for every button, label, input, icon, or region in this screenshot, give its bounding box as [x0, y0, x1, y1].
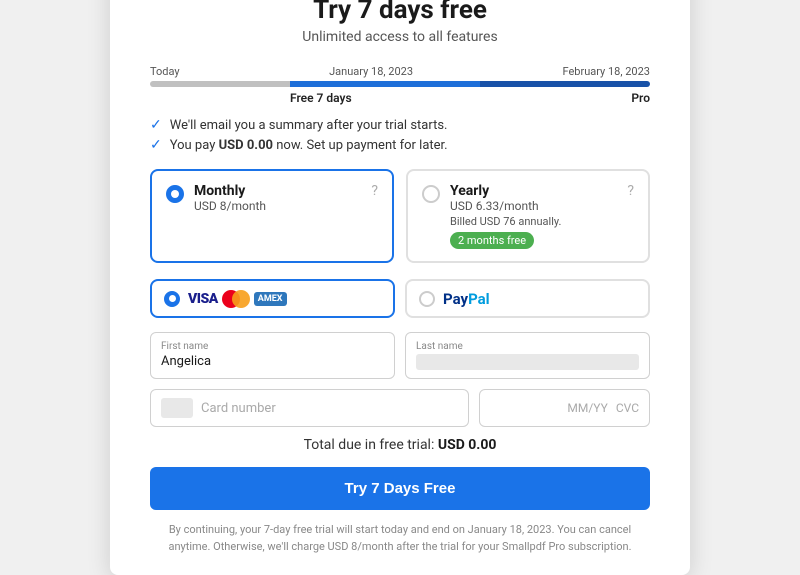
payment-radio-inner-card: [169, 295, 176, 302]
plan-price-monthly: USD 8/month: [194, 199, 361, 213]
plan-info-monthly: Monthly USD 8/month: [194, 183, 361, 213]
payment-method-paypal[interactable]: PayPal: [405, 279, 650, 318]
modal-subtitle: Unlimited access to all features: [150, 29, 650, 45]
timeline-label-jan: January 18, 2023: [329, 65, 413, 78]
plan-card-yearly[interactable]: Yearly USD 6.33/month Billed USD 76 annu…: [406, 169, 650, 263]
last-name-field[interactable]: Last name: [405, 332, 650, 379]
first-name-field[interactable]: First name Angelica: [150, 332, 395, 379]
benefit-text-2: You pay USD 0.00 now. Set up payment for…: [170, 138, 448, 153]
timeline-seg-darkblue: [480, 81, 650, 87]
plan-selection: Monthly USD 8/month ? Yearly USD 6.33/mo…: [150, 169, 650, 263]
last-name-value: [416, 354, 639, 370]
payment-method-card[interactable]: VISA AMEX: [150, 279, 395, 318]
timeline-seg-gray: [150, 81, 290, 87]
expiry-cvc-field[interactable]: MM/YY CVC: [479, 389, 650, 427]
timeline-segment-labels: Free 7 days Pro: [150, 91, 650, 105]
paypal-icon: PayPal: [443, 289, 490, 308]
plan-radio-yearly: [422, 185, 440, 203]
plan-billed-yearly: Billed USD 76 annually.: [450, 215, 617, 228]
benefits-list: ✓ We'll email you a summary after your t…: [150, 117, 650, 153]
plan-help-monthly[interactable]: ?: [371, 183, 378, 199]
payment-radio-card: [164, 291, 180, 307]
timeline-seg-label-free: Free 7 days: [290, 91, 352, 105]
amex-icon: AMEX: [254, 292, 287, 306]
plan-badge-yearly: 2 months free: [450, 232, 534, 249]
first-name-label: First name: [161, 341, 384, 352]
plan-card-monthly[interactable]: Monthly USD 8/month ?: [150, 169, 394, 263]
plan-name-monthly: Monthly: [194, 183, 361, 199]
plan-price-yearly: USD 6.33/month: [450, 199, 617, 213]
timeline-label-today: Today: [150, 65, 180, 78]
total-amount: USD 0.00: [438, 437, 497, 453]
total-line: Total due in free trial: USD 0.00: [150, 437, 650, 453]
card-number-label: Card number: [201, 401, 276, 416]
benefit-text-1: We'll email you a summary after your tri…: [170, 118, 448, 133]
timeline-seg-label-pro: Pro: [631, 91, 650, 105]
plan-help-yearly[interactable]: ?: [627, 183, 634, 199]
timeline: Today January 18, 2023 February 18, 2023…: [150, 65, 650, 105]
modal-body: Try 7 days free Unlimited access to all …: [110, 0, 690, 575]
name-fields-row: First name Angelica Last name: [150, 332, 650, 379]
plan-radio-monthly: [166, 185, 184, 203]
card-icon: [161, 398, 193, 418]
card-fields-row: Card number MM/YY CVC: [150, 389, 650, 427]
last-name-label: Last name: [416, 341, 639, 352]
timeline-labels-row: Today January 18, 2023 February 18, 2023: [150, 65, 650, 78]
cta-button[interactable]: Try 7 Days Free: [150, 467, 650, 510]
visa-icon: VISA: [188, 291, 218, 307]
timeline-label-feb: February 18, 2023: [562, 65, 650, 78]
timeline-bar: [150, 81, 650, 87]
timeline-seg-blue: [290, 81, 480, 87]
first-name-value: Angelica: [161, 354, 384, 369]
total-label: Total due in free trial:: [304, 437, 435, 453]
modal-container: Need more seats? Check the Team plan × T…: [110, 0, 690, 575]
check-icon-1: ✓: [150, 117, 162, 133]
check-icon-2: ✓: [150, 137, 162, 153]
cvc-placeholder: CVC: [616, 401, 639, 415]
modal-title: Try 7 days free: [150, 0, 650, 25]
benefit-item-2: ✓ You pay USD 0.00 now. Set up payment f…: [150, 137, 650, 153]
footer-text: By continuing, your 7-day free trial wil…: [150, 522, 650, 555]
plan-radio-inner-monthly: [171, 190, 179, 198]
payment-methods: VISA AMEX PayPal: [150, 279, 650, 318]
card-number-field[interactable]: Card number: [150, 389, 469, 427]
plan-name-yearly: Yearly: [450, 183, 617, 199]
card-icons: VISA AMEX: [188, 290, 287, 308]
expiry-placeholder: MM/YY: [567, 401, 607, 415]
mastercard-icon: [222, 290, 250, 308]
plan-info-yearly: Yearly USD 6.33/month Billed USD 76 annu…: [450, 183, 617, 249]
payment-radio-paypal: [419, 291, 435, 307]
mc-orange-circle: [232, 290, 250, 308]
benefit-item-1: ✓ We'll email you a summary after your t…: [150, 117, 650, 133]
